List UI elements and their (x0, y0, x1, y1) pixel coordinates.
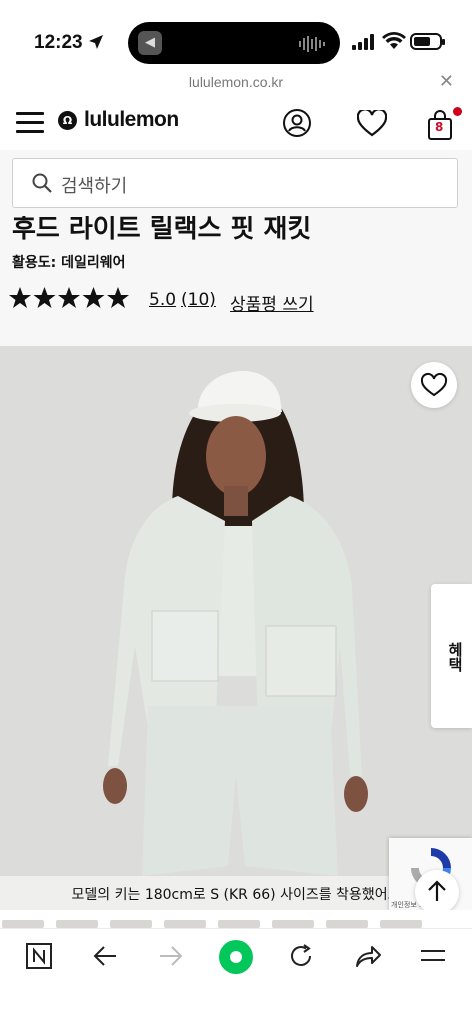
dynamic-island: ◀ (128, 22, 340, 64)
thumbnail[interactable] (326, 920, 368, 928)
product-image[interactable] (0, 346, 472, 910)
image-thumbnails (0, 910, 472, 928)
thumbnail[interactable] (56, 920, 98, 928)
location-arrow-icon (89, 35, 103, 49)
benefits-side-tab[interactable]: 혜택 (431, 584, 472, 728)
arrow-up-icon (428, 880, 446, 901)
refresh-icon[interactable] (288, 943, 314, 969)
close-icon[interactable]: ✕ (439, 71, 454, 92)
search-input[interactable]: 검색하기 (12, 158, 458, 208)
star-icon (107, 287, 129, 308)
thumbnail[interactable] (110, 920, 152, 928)
status-time: 12:23 (34, 32, 83, 53)
battery-icon (410, 33, 445, 50)
brand-logo-text[interactable]: lululemon (84, 108, 179, 132)
product-info: 후드 라이트 릴랙스 핏 재킷 활용도: 데일리웨어 5.0 (10) 상품평 … (0, 216, 472, 346)
star-rating (9, 287, 129, 308)
audio-wave-icon (299, 36, 325, 52)
speaker-icon: ◀ (138, 31, 162, 55)
thumbnail[interactable] (380, 920, 422, 928)
thumbnail[interactable] (2, 920, 44, 928)
cart-notification-dot (453, 107, 462, 116)
browser-toolbar (0, 928, 472, 1025)
share-icon[interactable] (354, 943, 382, 969)
benefits-tab-label: 혜택 (446, 642, 464, 672)
more-menu-icon[interactable] (420, 945, 446, 967)
cellular-signal-icon (352, 34, 374, 50)
star-icon (82, 287, 105, 308)
search-bar-container: 검색하기 (0, 150, 472, 216)
back-arrow-icon[interactable] (92, 943, 118, 969)
star-icon (33, 287, 56, 308)
thumbnail[interactable] (272, 920, 314, 928)
scroll-to-top-button[interactable] (415, 870, 459, 914)
status-bar: 12:23 ◀ (0, 0, 472, 64)
rating-value[interactable]: 5.0 (149, 290, 176, 310)
heart-icon (420, 372, 448, 397)
site-header: Ω lululemon (0, 98, 472, 150)
menu-icon[interactable] (16, 112, 44, 134)
forward-arrow-icon[interactable] (158, 943, 184, 969)
write-review-link[interactable]: 상품평 쓰기 (230, 290, 314, 315)
product-title: 후드 라이트 릴랙스 핏 재킷 (12, 216, 312, 244)
model-illustration (0, 346, 472, 910)
add-to-wishlist-button[interactable] (411, 362, 457, 408)
star-icon (9, 287, 31, 308)
star-icon (58, 287, 80, 308)
search-placeholder: 검색하기 (61, 176, 128, 197)
green-dot-icon[interactable] (218, 939, 254, 975)
thumbnail[interactable] (164, 920, 206, 928)
wifi-icon (382, 32, 406, 49)
naver-home-icon[interactable] (26, 943, 52, 969)
review-count[interactable]: (10) (181, 290, 216, 310)
wishlist-heart-icon[interactable] (357, 110, 387, 138)
cart-count-badge: 8 (435, 120, 444, 134)
url-text: lululemon.co.kr (188, 74, 284, 90)
product-activity: 활용도: 데일리웨어 (12, 255, 126, 271)
lululemon-logo-icon[interactable]: Ω (58, 111, 77, 130)
account-icon[interactable] (282, 108, 312, 138)
thumbnail[interactable] (218, 920, 260, 928)
address-bar[interactable]: lululemon.co.kr ✕ (0, 66, 472, 99)
search-icon (32, 173, 52, 193)
